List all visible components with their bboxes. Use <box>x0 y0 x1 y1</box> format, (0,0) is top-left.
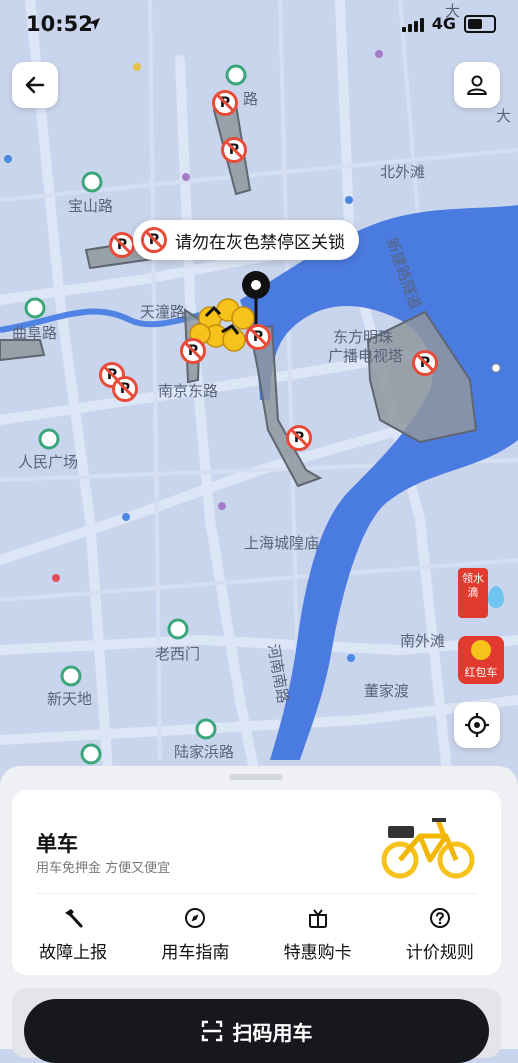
pricing-rules-label: 计价规则 <box>405 943 474 963</box>
red-packet-label: 红包车 <box>464 666 498 679</box>
quick-actions: 故障上报 用车指南 特惠购卡 计价规则 <box>12 906 501 963</box>
bike-card: 单车 用车免押金 方便又便宜 故障上报 用车指南 特惠购卡 计价规则 <box>12 790 501 975</box>
map-label: 陆家浜路 <box>174 743 234 761</box>
hammer-icon <box>65 909 83 928</box>
map-label: 曲阜路 <box>12 324 57 342</box>
map-label: 路 <box>243 90 258 108</box>
no-parking-marker-icon[interactable]: P <box>245 324 271 350</box>
profile-button[interactable] <box>454 62 500 108</box>
map-label: 南外滩 <box>400 632 445 650</box>
water-drop-reward-button[interactable]: 领水滴 <box>458 568 506 618</box>
no-parking-marker-icon[interactable]: P <box>221 137 247 163</box>
map-label: 人民广场 <box>18 453 78 471</box>
back-button[interactable] <box>12 62 58 108</box>
card-gift-icon <box>308 909 327 928</box>
signal-icon <box>401 16 424 32</box>
no-parking-marker-icon[interactable]: P <box>412 350 438 376</box>
no-parking-icon: P <box>141 227 167 253</box>
buy-card-button[interactable]: 特惠购卡 <box>257 906 379 963</box>
map-label: 老西门 <box>155 645 200 663</box>
no-parking-marker-icon[interactable]: P <box>286 425 312 451</box>
buy-card-label: 特惠购卡 <box>283 943 352 963</box>
red-packet-bike-button[interactable]: 红包车 <box>458 636 506 684</box>
crosshair-icon <box>465 713 489 737</box>
no-parking-toast: P 请勿在灰色禁停区关锁 <box>133 220 359 260</box>
map-label: 上海城隍庙 <box>244 534 319 552</box>
card-divider <box>36 893 477 894</box>
location-arrow-icon <box>88 18 100 30</box>
map-label: 宝山路 <box>68 197 113 215</box>
no-parking-marker-icon[interactable]: P <box>180 338 206 364</box>
water-drop-icon <box>488 586 504 608</box>
map-label: 天潼路 <box>140 303 185 321</box>
toast-text: 请勿在灰色禁停区关锁 <box>175 232 345 253</box>
scan-to-ride-label: 扫码用车 <box>232 1020 313 1045</box>
bike-title: 单车 <box>36 832 78 856</box>
no-parking-marker-icon[interactable]: P <box>109 232 135 258</box>
pricing-rules-button[interactable]: 计价规则 <box>379 906 501 963</box>
status-bar: 10:52 4G <box>0 0 518 52</box>
red-packet-icon: 红包车 <box>458 636 504 684</box>
map-label: 南京东路 <box>158 382 218 400</box>
bicycle-icon <box>381 818 475 879</box>
report-fault-label: 故障上报 <box>39 943 108 963</box>
no-parking-marker-icon[interactable]: P <box>112 376 138 402</box>
back-arrow-icon <box>25 76 45 94</box>
map-label: 东方明珠 <box>333 328 393 346</box>
question-icon <box>429 908 450 928</box>
compass-icon <box>185 908 206 928</box>
map-label: 广播电视塔 <box>328 347 403 365</box>
water-drop-label: 领水滴 <box>458 568 488 618</box>
status-time: 10:52 <box>26 12 93 36</box>
scan-icon <box>201 1020 222 1042</box>
user-icon <box>467 75 487 95</box>
battery-icon <box>464 14 496 33</box>
report-fault-button[interactable]: 故障上报 <box>12 906 134 963</box>
network-type: 4G <box>431 14 456 33</box>
riding-guide-label: 用车指南 <box>161 943 230 963</box>
map-label: 北外滩 <box>380 163 425 181</box>
map-label: 大 <box>496 107 511 125</box>
no-parking-marker-icon[interactable]: P <box>212 90 238 116</box>
scan-to-ride-button[interactable]: 扫码用车 <box>24 999 489 1063</box>
sheet-handle[interactable] <box>229 774 283 780</box>
locate-me-button[interactable] <box>454 702 500 748</box>
map-label: 董家渡 <box>364 682 409 700</box>
riding-guide-button[interactable]: 用车指南 <box>134 906 256 963</box>
map-label: 新天地 <box>47 690 92 708</box>
bike-subtitle: 用车免押金 方便又便宜 <box>36 861 171 876</box>
bottom-sheet[interactable]: 单车 用车免押金 方便又便宜 故障上报 用车指南 特惠购卡 计价规则 扫码用车 <box>0 766 518 1063</box>
